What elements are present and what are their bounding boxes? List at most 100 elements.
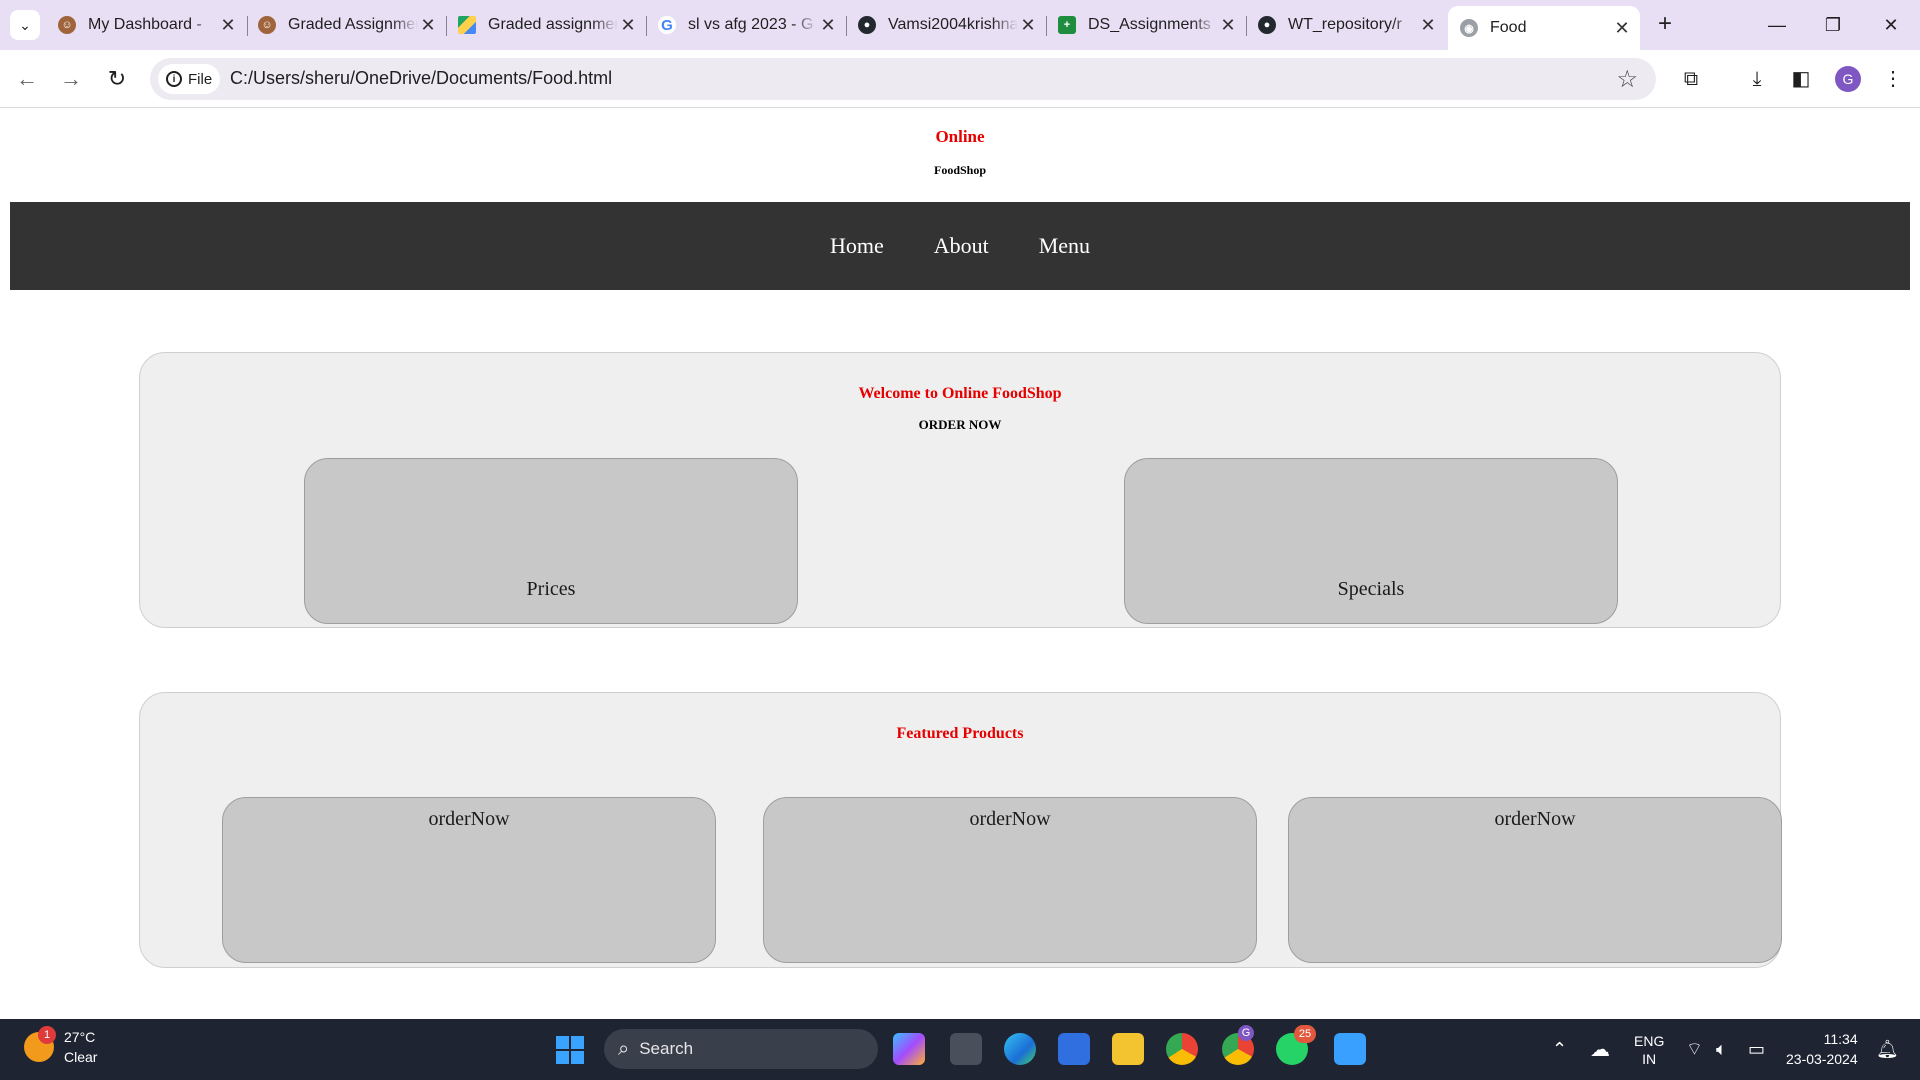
reload-button[interactable]: ↻ xyxy=(102,64,132,94)
language-indicator[interactable]: ENG IN xyxy=(1634,1019,1664,1080)
product-card[interactable]: orderNow xyxy=(1288,797,1782,963)
notification-badge: 1 xyxy=(38,1026,56,1044)
close-icon[interactable]: ✕ xyxy=(418,15,438,36)
new-tab-button[interactable]: + xyxy=(1650,10,1680,40)
minimize-button[interactable]: — xyxy=(1752,8,1802,42)
profile-avatar[interactable]: G xyxy=(1835,66,1861,92)
close-icon[interactable]: ✕ xyxy=(618,15,638,36)
browser-tab[interactable]: + DS_Assignments ✕ xyxy=(1046,8,1246,42)
arrow-left-icon: ← xyxy=(16,66,38,91)
close-icon[interactable]: ✕ xyxy=(1218,15,1238,36)
site-info-chip[interactable]: i File xyxy=(158,64,220,94)
moodle-icon: ☺ xyxy=(58,16,76,34)
close-icon[interactable]: ✕ xyxy=(1612,18,1632,39)
tab-title: My Dashboard - xyxy=(88,16,202,33)
browser-tab[interactable]: ● Vamsi2004krishna ✕ xyxy=(846,8,1046,42)
chevron-down-icon: ⌄ xyxy=(19,16,31,33)
close-window-button[interactable]: ✕ xyxy=(1866,8,1916,42)
specials-card[interactable]: Specials xyxy=(1124,458,1618,624)
url-text[interactable]: C:/Users/sheru/OneDrive/Documents/Food.h… xyxy=(230,68,612,89)
volume-icon[interactable]: 🔈︎ xyxy=(1716,1019,1727,1080)
close-icon[interactable]: ✕ xyxy=(818,15,838,36)
notepad-icon[interactable] xyxy=(1334,1033,1366,1065)
featured-section: Featured Products orderNow orderNow orde… xyxy=(139,692,1782,968)
more-vertical-icon: ⋮ xyxy=(1883,68,1903,90)
nav-link-menu[interactable]: Menu xyxy=(1039,233,1090,259)
reload-icon: ↻ xyxy=(107,66,127,91)
tab-title: DS_Assignments xyxy=(1088,16,1211,33)
search-icon: ⌕ xyxy=(618,1037,630,1060)
restore-button[interactable]: ❐ xyxy=(1808,8,1858,42)
site-navbar: Home About Menu xyxy=(10,202,1910,290)
back-button[interactable]: ← xyxy=(12,64,42,94)
clock[interactable]: 11:34 23-03-2024 xyxy=(1786,1029,1858,1069)
close-icon: ✕ xyxy=(1883,15,1899,35)
browser-tab[interactable]: G sl vs afg 2023 - G ✕ xyxy=(646,8,846,42)
order-now-button[interactable]: orderNow xyxy=(764,808,1256,831)
site-title: Online xyxy=(935,127,985,146)
copilot-icon[interactable] xyxy=(893,1033,925,1065)
battery-icon[interactable]: ▭ xyxy=(1748,1019,1765,1080)
welcome-heading: Welcome to Online FoodShop xyxy=(858,385,1062,402)
puzzle-icon: ⧉ xyxy=(1683,68,1699,90)
file-explorer-icon[interactable] xyxy=(1112,1033,1144,1065)
browser-tab[interactable]: ☺ Graded Assignment ✕ xyxy=(246,8,446,42)
chrome-profile-icon[interactable]: G xyxy=(1222,1025,1254,1065)
tab-title: Food xyxy=(1490,19,1527,36)
info-icon: i xyxy=(166,71,182,87)
extensions-button[interactable]: ⧉ xyxy=(1676,64,1706,94)
taskbar-search[interactable]: ⌕ Search xyxy=(604,1029,878,1069)
minimize-icon: — xyxy=(1768,15,1786,35)
order-now-label: ORDER NOW xyxy=(918,417,1002,432)
search-label: Search xyxy=(639,1039,694,1058)
nav-link-home[interactable]: Home xyxy=(830,233,884,259)
address-bar[interactable]: i File C:/Users/sheru/OneDrive/Documents… xyxy=(150,58,1656,100)
notification-bell-icon[interactable]: 🔔︎ xyxy=(1876,1019,1899,1080)
whatsapp-icon[interactable]: 25 xyxy=(1276,1025,1316,1065)
tab-title: sl vs afg 2023 - G xyxy=(688,16,814,33)
prices-card[interactable]: Prices xyxy=(304,458,798,624)
task-view-icon[interactable] xyxy=(950,1033,982,1065)
welcome-section: Welcome to Online FoodShop ORDER NOW Pri… xyxy=(139,352,1781,628)
browser-tab[interactable]: ☺ My Dashboard - ✕ xyxy=(46,8,246,42)
restore-icon: ❐ xyxy=(1824,15,1842,35)
close-icon[interactable]: ✕ xyxy=(1418,15,1438,36)
edge-icon[interactable] xyxy=(1004,1033,1036,1065)
plus-icon: + xyxy=(1657,10,1672,37)
product-card[interactable]: orderNow xyxy=(222,797,716,963)
browser-tab[interactable]: Graded assignment ✕ xyxy=(446,8,646,42)
region-code: IN xyxy=(1642,1050,1657,1067)
close-icon[interactable]: ✕ xyxy=(1018,15,1038,36)
download-icon: ⤓ xyxy=(1752,68,1762,90)
forward-button[interactable]: → xyxy=(56,64,86,94)
chrome-icon[interactable] xyxy=(1166,1033,1198,1065)
notification-badge: 25 xyxy=(1294,1025,1316,1043)
windows-start-icon[interactable] xyxy=(556,1036,584,1064)
tab-title: Graded assignment xyxy=(488,16,618,33)
taskbar: 1 27°C Clear ⌕ Search G 25 ⌃ ☁ ENG IN ⌔ … xyxy=(0,1019,1920,1080)
order-now-button[interactable]: orderNow xyxy=(1289,808,1781,831)
menu-button[interactable]: ⋮ xyxy=(1878,64,1908,94)
downloads-button[interactable]: ⤓ xyxy=(1742,64,1772,94)
wifi-icon[interactable]: ⌔ xyxy=(1686,1019,1703,1080)
moon-icon: 1 xyxy=(24,1026,56,1062)
bookmark-star-icon[interactable]: ☆ xyxy=(1616,65,1638,94)
arrow-right-icon: → xyxy=(60,66,82,91)
date: 23-03-2024 xyxy=(1786,1051,1858,1067)
nav-link-about[interactable]: About xyxy=(934,233,989,259)
onedrive-icon[interactable]: ☁ xyxy=(1590,1019,1610,1080)
order-now-button[interactable]: orderNow xyxy=(223,808,715,831)
close-icon[interactable]: ✕ xyxy=(218,15,238,36)
site-info-label: File xyxy=(188,70,213,88)
google-drive-icon xyxy=(458,16,476,34)
product-card[interactable]: orderNow xyxy=(763,797,1257,963)
browser-tab-active[interactable]: ◉ Food ✕ xyxy=(1448,6,1640,50)
chevron-up-icon[interactable]: ⌃ xyxy=(1552,1019,1567,1080)
weather-temp: 27°C xyxy=(64,1029,96,1045)
tab-search-button[interactable]: ⌄ xyxy=(10,10,40,40)
microsoft-store-icon[interactable] xyxy=(1058,1033,1090,1065)
profile-initial: G xyxy=(1842,71,1854,87)
browser-tab[interactable]: ● WT_repository/r ✕ xyxy=(1246,8,1446,42)
side-panel-button[interactable]: ◧ xyxy=(1786,64,1816,94)
weather-widget[interactable]: 1 27°C Clear xyxy=(24,1026,97,1067)
